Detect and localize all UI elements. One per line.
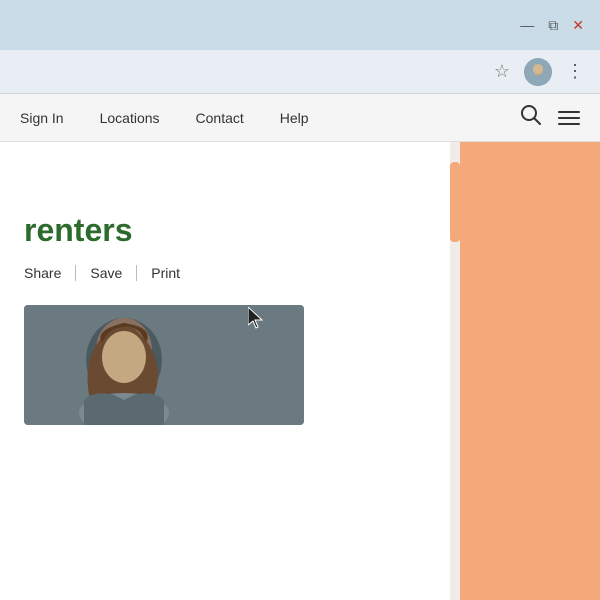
share-link[interactable]: Share — [24, 265, 75, 281]
title-bar: — ⧉ ✕ — [0, 0, 600, 50]
address-bar-row: ☆ ⋮ — [0, 50, 600, 94]
search-icon[interactable] — [520, 104, 542, 132]
window-controls: — ⧉ ✕ — [520, 18, 584, 32]
nav-locations[interactable]: Locations — [82, 110, 178, 126]
avatar-inner — [524, 58, 552, 86]
card-content: renters Share Save Print — [0, 142, 460, 445]
hamburger-menu-icon[interactable] — [558, 111, 580, 125]
scrollbar-track — [450, 142, 460, 600]
nav-sign-in[interactable]: Sign In — [20, 110, 82, 126]
save-link[interactable]: Save — [76, 265, 136, 281]
hamburger-line-1 — [558, 111, 580, 113]
renters-heading: renters — [24, 212, 436, 249]
close-button[interactable]: ✕ — [572, 18, 584, 32]
hamburger-line-3 — [558, 123, 580, 125]
action-links: Share Save Print — [24, 265, 436, 281]
white-card: renters Share Save Print — [0, 142, 460, 600]
bookmark-icon[interactable]: ☆ — [494, 61, 510, 82]
nav-icons — [520, 104, 580, 132]
hamburger-line-2 — [558, 117, 580, 119]
print-link[interactable]: Print — [137, 265, 194, 281]
scrollbar-thumb[interactable] — [450, 162, 460, 242]
browser-window: — ⧉ ✕ ☆ ⋮ Sign In Locations Contact Help — [0, 0, 600, 600]
maximize-button[interactable]: ⧉ — [548, 18, 558, 32]
minimize-button[interactable]: — — [520, 18, 534, 32]
nav-contact[interactable]: Contact — [178, 110, 262, 126]
nav-bar: Sign In Locations Contact Help — [0, 94, 600, 142]
avatar-svg — [524, 58, 552, 86]
photo-area — [24, 305, 304, 425]
more-options-icon[interactable]: ⋮ — [566, 61, 584, 82]
page-content: renters Share Save Print — [0, 142, 600, 600]
nav-help[interactable]: Help — [262, 110, 327, 126]
profile-avatar[interactable] — [524, 58, 552, 86]
photo-svg — [24, 305, 304, 425]
